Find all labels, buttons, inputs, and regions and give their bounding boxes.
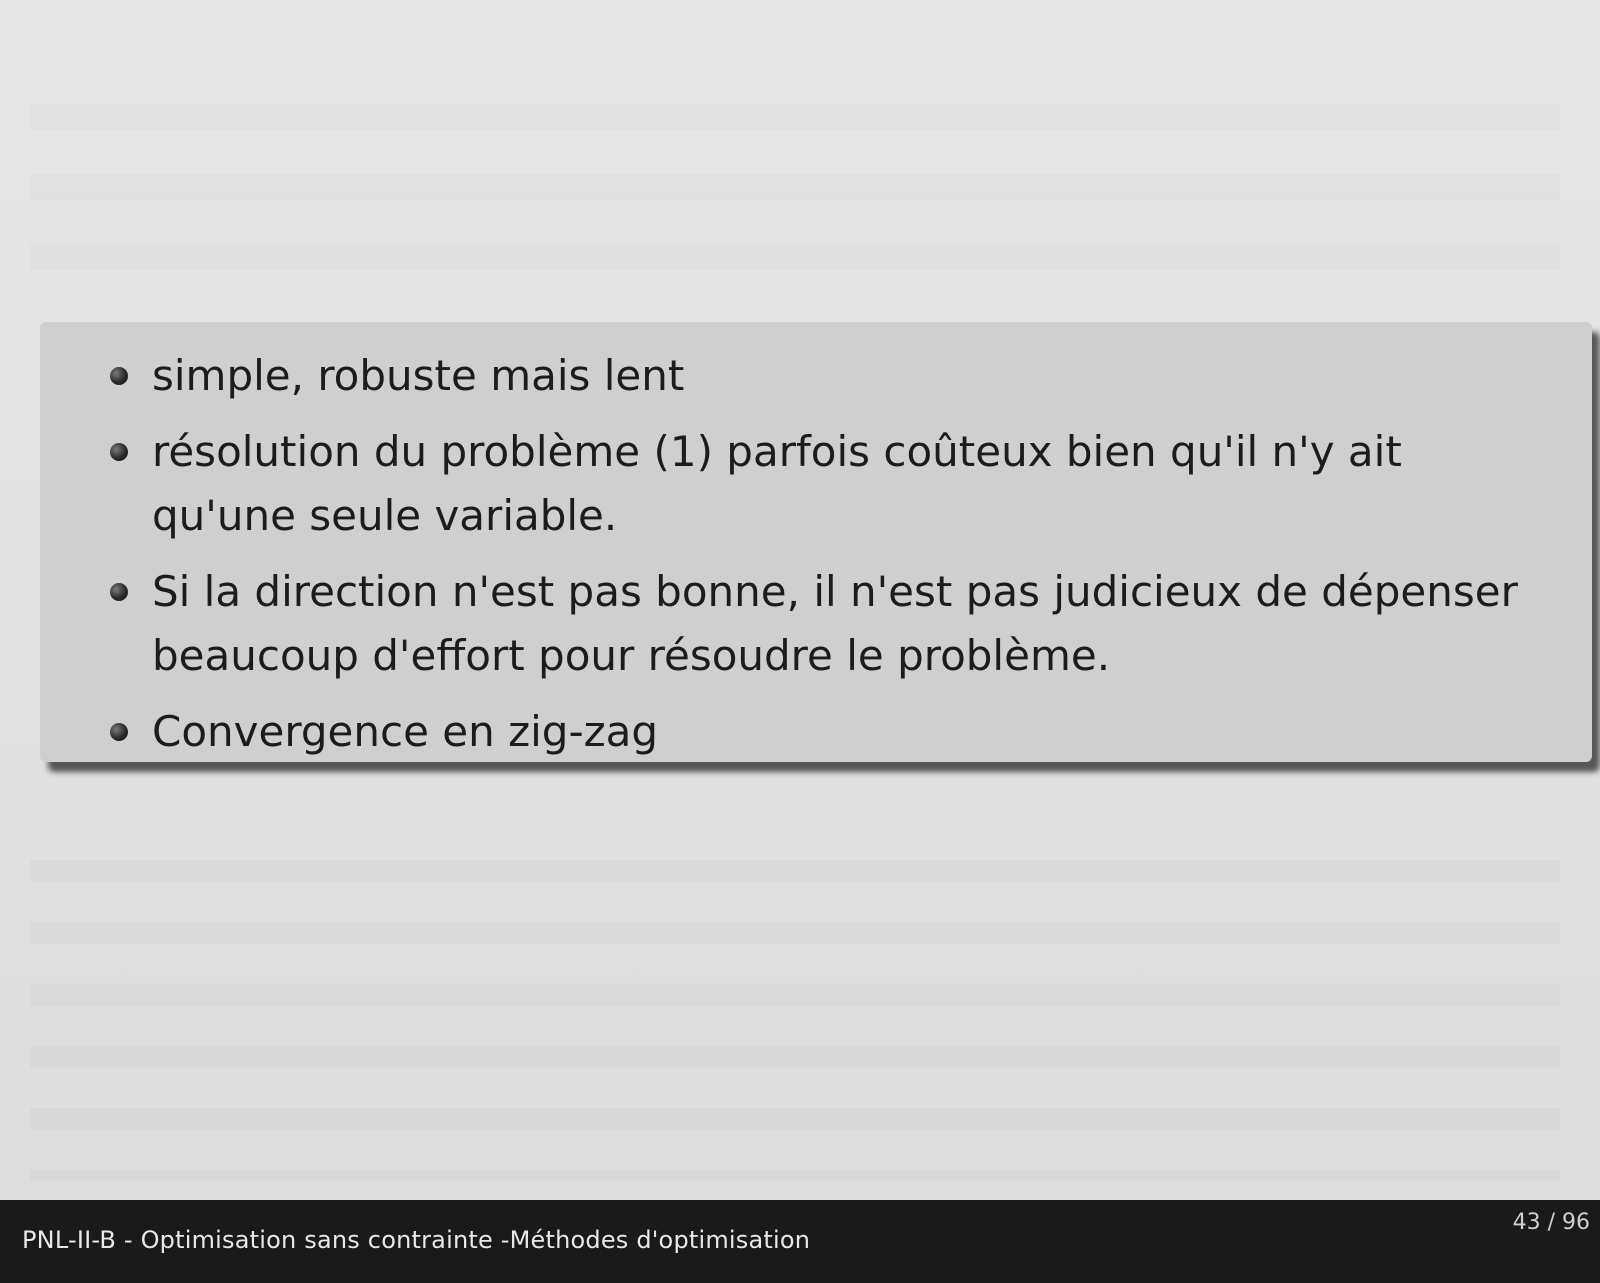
content-block: simple, robuste mais lent résolution du … [40,322,1592,762]
list-item-text: Convergence en zig-zag [152,707,659,756]
footer-title: PNL-II-B - Optimisation sans contrainte … [22,1226,811,1254]
footer-bar: PNL-II-B - Optimisation sans contrainte … [0,1200,1600,1283]
bullet-icon [110,583,128,601]
bullet-icon [110,367,128,385]
list-item: simple, robuste mais lent [40,344,1532,408]
page-number: 43 / 96 [1512,1210,1590,1235]
bullet-icon [110,443,128,461]
list-item: Convergence en zig-zag [40,700,1532,764]
list-item-text: simple, robuste mais lent [152,351,685,400]
list-item-text: résolution du problème (1) parfois coûte… [152,427,1402,540]
bullet-icon [110,723,128,741]
slide-page: simple, robuste mais lent résolution du … [0,0,1600,1283]
list-item: résolution du problème (1) parfois coûte… [40,420,1532,548]
list-item: Si la direction n'est pas bonne, il n'es… [40,560,1532,688]
bullet-list: simple, robuste mais lent résolution du … [40,322,1592,764]
list-item-text: Si la direction n'est pas bonne, il n'es… [152,567,1518,680]
